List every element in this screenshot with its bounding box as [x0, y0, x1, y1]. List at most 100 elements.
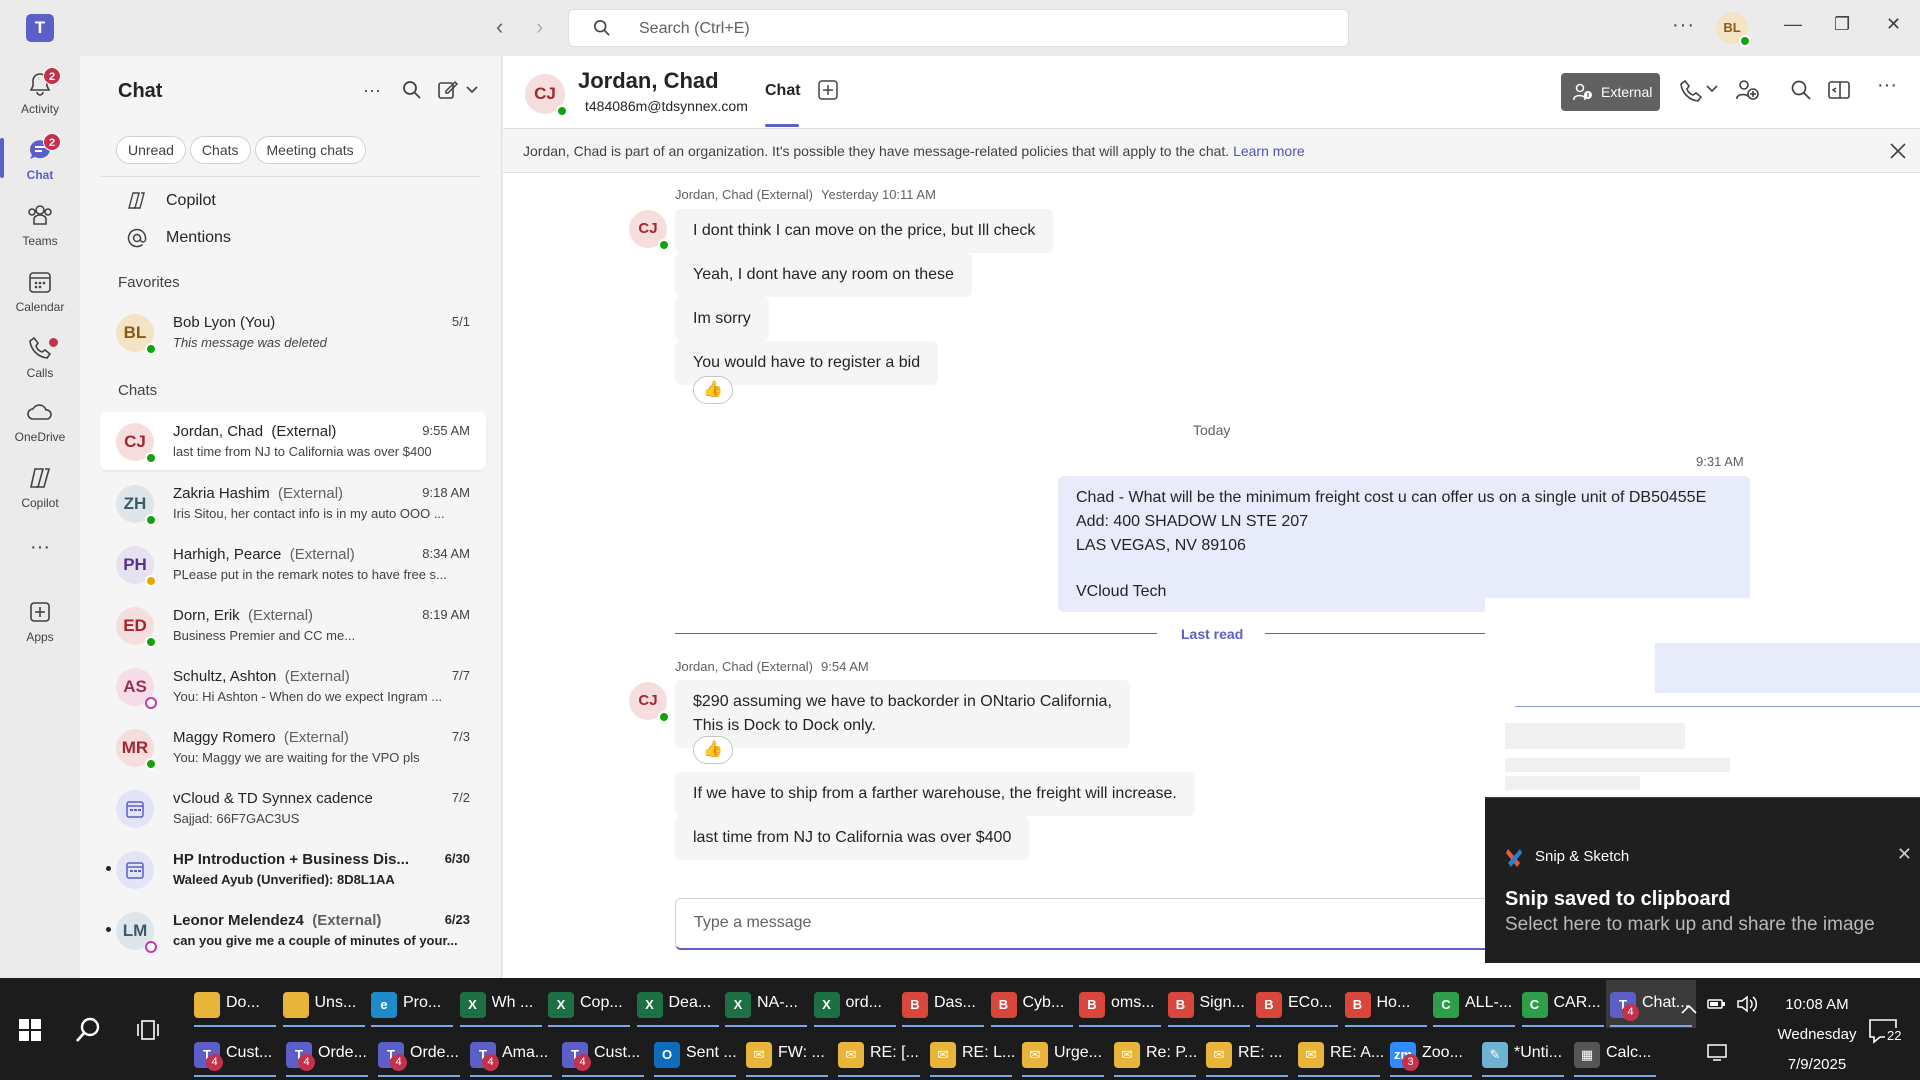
message-bubble[interactable]: If we have to ship from a farther wareho… — [675, 772, 1195, 816]
new-chat-icon[interactable] — [438, 80, 460, 100]
search-input[interactable]: Search (Ctrl+E) — [568, 9, 1349, 47]
message-bubble[interactable]: Im sorry — [675, 297, 769, 341]
windows-start-icon[interactable] — [18, 1018, 42, 1042]
sender-avatar[interactable]: CJ — [629, 682, 670, 723]
chat-row-bob-lyon[interactable]: BL Bob Lyon (You) 5/1 This message was d… — [100, 303, 486, 361]
side-panel-icon[interactable] — [1827, 78, 1851, 102]
learn-more-link[interactable]: Learn more — [1233, 143, 1305, 159]
taskbar-button[interactable]: ✉ Urge... — [1018, 1030, 1108, 1078]
taskbar-button[interactable]: ✉ Re: P... — [1110, 1030, 1200, 1078]
taskbar-button[interactable]: T 4 Cust... — [190, 1030, 280, 1078]
chat-row-vcloud-td-synnex[interactable]: vCloud & TD Synnex cadence 7/2 Sajjad: 6… — [100, 779, 486, 837]
taskbar-button[interactable]: X Wh ... — [456, 980, 546, 1028]
taskbar-button[interactable]: ✉ RE: L... — [926, 1030, 1016, 1078]
filter-meeting-chats[interactable]: Meeting chats — [254, 136, 366, 164]
thumbs-up-reaction[interactable]: 👍 — [693, 736, 733, 764]
mentions-item[interactable]: Mentions — [126, 227, 231, 249]
rail-item-activity[interactable]: 2 Activity — [0, 62, 80, 124]
tab-chat[interactable]: Chat — [765, 82, 801, 100]
taskbar-button[interactable]: B Sign... — [1164, 980, 1254, 1028]
network-icon[interactable] — [1706, 994, 1728, 1014]
teams-logo-icon[interactable]: T — [26, 14, 54, 42]
message-bubble[interactable]: last time from NJ to California was over… — [675, 816, 1030, 860]
rail-item-teams[interactable]: Teams — [0, 194, 80, 256]
taskbar-search-icon[interactable] — [74, 1016, 102, 1044]
back-button[interactable]: ‹ — [496, 14, 503, 40]
sender-avatar[interactable]: CJ — [629, 210, 670, 251]
chat-row-dorn-erik[interactable]: ED Dorn, Erik (External) 8:19 AM Busines… — [100, 596, 486, 654]
taskbar-button[interactable]: X Dea... — [633, 980, 723, 1028]
contact-avatar[interactable]: CJ — [525, 74, 568, 117]
taskbar-button[interactable]: X NA-... — [721, 980, 811, 1028]
taskbar-button[interactable]: T 4 Ama... — [466, 1030, 556, 1078]
taskbar-button[interactable]: zm 3 Zoo... — [1386, 1030, 1476, 1078]
taskbar-button[interactable]: ▦ Calc... — [1570, 1030, 1660, 1078]
taskbar-button[interactable]: X Cop... — [544, 980, 634, 1028]
snip-sketch-notification[interactable]: Snip & Sketch ✕ Snip saved to clipboard … — [1485, 598, 1920, 963]
copilot-item[interactable]: Copilot — [126, 190, 216, 212]
task-view-icon[interactable] — [136, 1018, 160, 1042]
external-button[interactable]: External — [1561, 73, 1660, 111]
rail-item-calendar[interactable]: Calendar — [0, 260, 80, 322]
taskbar-button[interactable]: ✉ RE: [... — [834, 1030, 924, 1078]
taskbar-button[interactable]: e Pro... — [367, 980, 457, 1028]
show-hidden-icons[interactable] — [1680, 1002, 1698, 1016]
taskbar-button[interactable]: Xord... — [810, 980, 900, 1028]
taskbar-button[interactable]: B Ho... — [1341, 980, 1431, 1028]
call-phone-icon[interactable] — [1679, 78, 1703, 102]
chat-row-harhigh-pearce[interactable]: PH Harhigh, Pearce (External) 8:34 AM PL… — [100, 535, 486, 593]
search-in-chat-icon[interactable] — [1789, 78, 1813, 102]
chat-row-jordan-chad[interactable]: CJ Jordan, Chad (External) 9:55 AM last … — [100, 412, 486, 470]
action-center-display-icon[interactable] — [1706, 1042, 1728, 1062]
rail-item-chat[interactable]: 2 Chat — [0, 128, 80, 190]
chat-row-schultz-ashton[interactable]: AS Schultz, Ashton (External) 7/7 You: H… — [100, 657, 486, 715]
taskbar-button[interactable]: T 4 Cust... — [558, 1030, 648, 1078]
contact-name[interactable]: Jordan, Chad — [578, 68, 719, 94]
taskbar-button[interactable]: B ECo... — [1252, 980, 1342, 1028]
volume-icon[interactable] — [1736, 994, 1758, 1014]
filter-chats[interactable]: Chats — [189, 136, 251, 164]
chat-list-more-button[interactable]: ··· — [363, 80, 381, 101]
taskbar-clock[interactable]: 10:08 AM Wednesday 7/9/2025 — [1772, 990, 1862, 1080]
rail-item-apps[interactable]: Apps — [0, 590, 80, 652]
chevron-down-icon[interactable] — [466, 86, 478, 94]
taskbar-button[interactable]: O Sent ... — [650, 1030, 740, 1078]
close-window-button[interactable]: ✕ — [1886, 14, 1901, 35]
taskbar-button[interactable]: Boms... — [1075, 980, 1165, 1028]
chat-row-leonor-melendez[interactable]: LM Leonor Melendez4 (External) 6/23 can … — [100, 901, 486, 959]
taskbar-button[interactable]: ✉ RE: A... — [1294, 1030, 1384, 1078]
taskbar-button[interactable]: B Das... — [898, 980, 988, 1028]
filter-unread[interactable]: Unread — [116, 136, 186, 164]
taskbar-button[interactable]: T 4 Orde... — [282, 1030, 372, 1078]
chevron-down-icon[interactable] — [1706, 84, 1718, 94]
rail-item-calls[interactable]: Calls — [0, 326, 80, 388]
chat-row-hp-introduction[interactable]: HP Introduction + Business Dis... 6/30 W… — [100, 840, 486, 898]
taskbar-button[interactable]: C ALL-... — [1429, 980, 1519, 1028]
taskbar-button[interactable]: Do... — [190, 980, 280, 1028]
rail-item-onedrive[interactable]: OneDrive — [0, 390, 80, 452]
chat-row-maggy-romero[interactable]: MR Maggy Romero (External) 7/3 You: Magg… — [100, 718, 486, 776]
message-bubble[interactable]: $290 assuming we have to backorder in ON… — [675, 680, 1130, 748]
taskbar-button[interactable]: T 4 Orde... — [374, 1030, 464, 1078]
chat-row-zakria-hashim[interactable]: ZH Zakria Hashim (External) 9:18 AM Iris… — [100, 474, 486, 532]
rail-more-apps-button[interactable]: ··· — [0, 528, 80, 568]
minimize-button[interactable]: — — [1784, 14, 1802, 35]
forward-button[interactable]: › — [536, 14, 543, 40]
taskbar-button[interactable]: B Cyb... — [987, 980, 1077, 1028]
chat-filter-search-icon[interactable] — [402, 80, 422, 100]
close-icon[interactable]: ✕ — [1897, 844, 1912, 865]
close-icon[interactable] — [1888, 141, 1908, 161]
add-tab-icon[interactable] — [818, 80, 838, 100]
thumbs-up-reaction[interactable]: 👍 — [693, 376, 733, 404]
settings-more-button[interactable]: ··· — [1672, 14, 1695, 37]
my-message-bubble[interactable]: Chad - What will be the minimum freight … — [1058, 476, 1750, 612]
add-people-icon[interactable] — [1735, 78, 1759, 102]
maximize-button[interactable]: ❐ — [1834, 14, 1850, 35]
rail-item-copilot[interactable]: Copilot — [0, 456, 80, 518]
user-avatar[interactable]: BL — [1716, 12, 1751, 47]
taskbar-button[interactable]: C CAR... — [1518, 980, 1608, 1028]
message-bubble[interactable]: Yeah, I dont have any room on these — [675, 253, 972, 297]
more-options-button[interactable]: ··· — [1877, 74, 1901, 98]
message-bubble[interactable]: I dont think I can move on the price, bu… — [675, 209, 1054, 253]
taskbar-button[interactable]: ✉ RE: ... — [1202, 1030, 1292, 1078]
